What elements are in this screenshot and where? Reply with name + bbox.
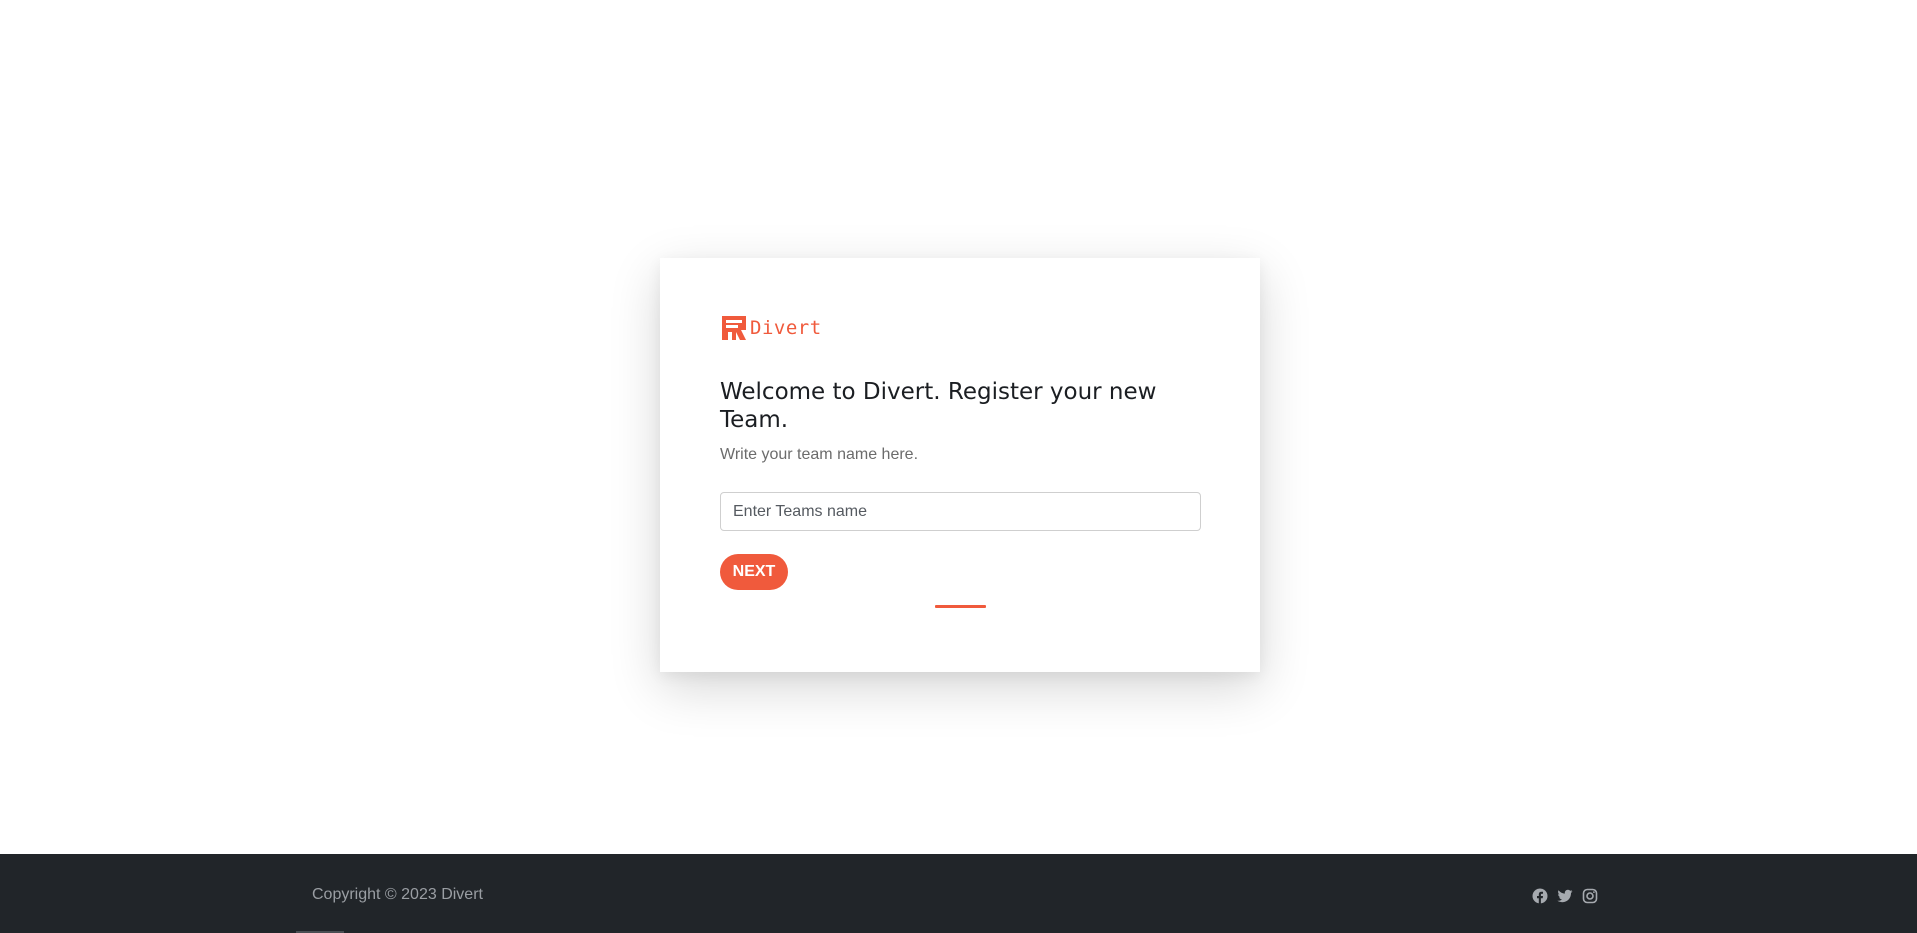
brand-name: Divert [750,316,822,339]
instagram-icon[interactable] [1582,888,1598,904]
page-subtitle: Write your team name here. [720,446,919,463]
copyright-text: Copyright © 2023 Divert [312,886,483,903]
team-name-input[interactable] [720,492,1201,531]
twitter-icon[interactable] [1557,888,1573,904]
footer: Copyright © 2023 Divert [0,854,1917,933]
register-card: Divert Welcome to Divert. Register your … [660,258,1260,672]
page: Divert Welcome to Divert. Register your … [0,0,1917,933]
brand-logo: Divert [721,315,822,341]
social-links [1532,888,1598,904]
divert-logo-icon [722,316,746,340]
step-progress-indicator [935,605,986,608]
facebook-icon[interactable] [1532,888,1548,904]
page-title: Welcome to Divert. Register your new Tea… [720,379,1157,433]
next-button[interactable]: NEXT [720,554,788,590]
